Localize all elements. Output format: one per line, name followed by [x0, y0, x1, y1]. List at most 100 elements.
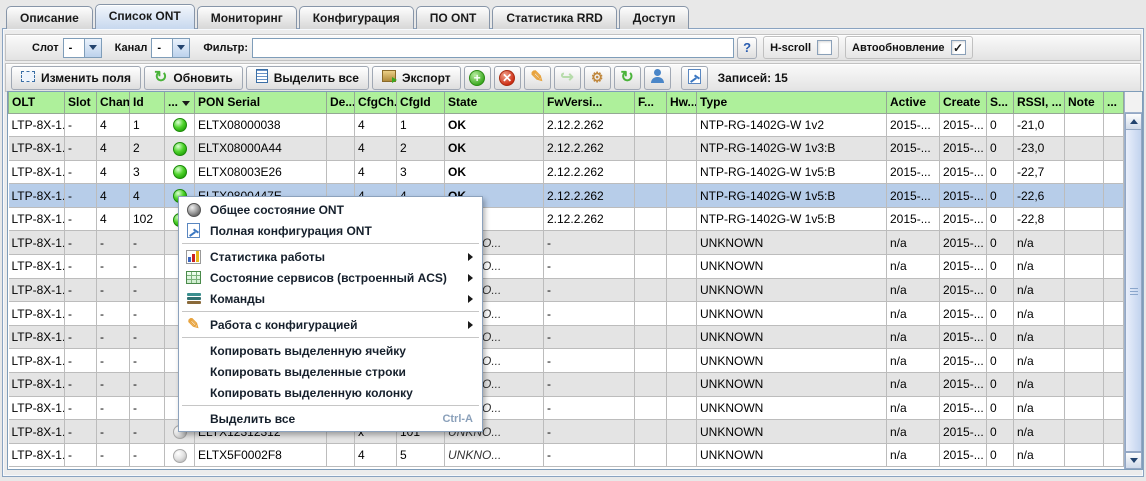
cell[interactable]: 2015-... — [940, 443, 987, 467]
cell[interactable]: 2.12.2.262 — [544, 113, 635, 137]
cell[interactable]: - — [544, 420, 635, 444]
column-header-1[interactable]: OLT — [9, 92, 65, 113]
cell[interactable]: - — [544, 396, 635, 420]
cell[interactable] — [1065, 373, 1104, 397]
cell[interactable]: 0 — [987, 373, 1014, 397]
cell[interactable] — [1065, 302, 1104, 326]
refresh-table-button[interactable]: ↻ — [614, 66, 641, 90]
cell[interactable]: n/a — [1014, 278, 1065, 302]
cell[interactable] — [667, 325, 697, 349]
cell[interactable]: - — [97, 373, 130, 397]
cell[interactable] — [1104, 207, 1124, 231]
cell[interactable]: NTP-RG-1402G-W 1v5:B — [697, 184, 887, 208]
cell[interactable] — [1104, 231, 1124, 255]
cell[interactable]: 0 — [987, 255, 1014, 279]
cell[interactable]: -22,6 — [1014, 184, 1065, 208]
table-row[interactable]: LTP-8X-1...---UNKNO...-UNKNOWNn/a2015-..… — [9, 231, 1124, 255]
menu-item-6[interactable]: Команды — [180, 288, 481, 309]
cell[interactable]: - — [544, 231, 635, 255]
vertical-scrollbar[interactable] — [1124, 92, 1142, 469]
table-row[interactable]: LTP-8X-1...---UNKNO...-UNKNOWNn/a2015-..… — [9, 325, 1124, 349]
cell[interactable]: UNKNOWN — [697, 443, 887, 467]
table-row[interactable]: LTP-8X-1...-42ELTX08000A4442OK2.12.2.262… — [9, 137, 1124, 161]
cell[interactable] — [1104, 160, 1124, 184]
cell[interactable]: 0 — [987, 420, 1014, 444]
cell[interactable]: 0 — [987, 184, 1014, 208]
cell[interactable] — [635, 302, 667, 326]
cell[interactable] — [667, 443, 697, 467]
tab-3[interactable]: Мониторинг — [197, 6, 297, 29]
cell[interactable]: - — [65, 207, 97, 231]
table-row[interactable]: LTP-8X-1...---UNKNO...-UNKNOWNn/a2015-..… — [9, 278, 1124, 302]
cell[interactable]: - — [544, 349, 635, 373]
cell[interactable]: -23,0 — [1014, 137, 1065, 161]
column-header-7[interactable]: De... — [327, 92, 355, 113]
cell[interactable] — [667, 184, 697, 208]
menu-item-2[interactable]: Полная конфигурация ONT — [180, 220, 481, 241]
cell[interactable]: - — [130, 325, 165, 349]
cell[interactable] — [635, 278, 667, 302]
cell[interactable]: 2015-... — [940, 113, 987, 137]
cell[interactable]: LTP-8X-1... — [9, 349, 65, 373]
cell[interactable]: 2.12.2.262 — [544, 184, 635, 208]
cell[interactable]: - — [65, 184, 97, 208]
cell[interactable]: 2015-... — [940, 302, 987, 326]
cell[interactable]: 2015-... — [887, 207, 940, 231]
tab-2[interactable]: Список ONT — [95, 4, 195, 29]
cell[interactable]: 2015-... — [940, 137, 987, 161]
menu-item-4[interactable]: Статистика работы — [180, 246, 481, 267]
cell[interactable] — [1104, 420, 1124, 444]
cell[interactable]: ELTX08003E26 — [195, 160, 327, 184]
cell[interactable]: - — [130, 302, 165, 326]
cell[interactable]: 2015-... — [887, 160, 940, 184]
cell[interactable]: 0 — [987, 231, 1014, 255]
cell[interactable] — [1104, 325, 1124, 349]
cell[interactable]: - — [130, 231, 165, 255]
help-button[interactable]: ? — [737, 37, 757, 59]
cell[interactable]: ELTX08000A44 — [195, 137, 327, 161]
cell[interactable]: n/a — [1014, 443, 1065, 467]
cell[interactable]: 5 — [397, 443, 445, 467]
table-row[interactable]: LTP-8X-1...---UNKNO...-UNKNOWNn/a2015-..… — [9, 302, 1124, 326]
cell[interactable]: 4 — [130, 184, 165, 208]
cell[interactable] — [1065, 207, 1104, 231]
cell[interactable]: - — [65, 349, 97, 373]
cell[interactable] — [1104, 373, 1124, 397]
cell[interactable] — [1065, 349, 1104, 373]
menu-item-10[interactable]: Копировать выделенную ячейку — [180, 340, 481, 361]
table-row[interactable]: LTP-8X-1...-41ELTX0800003841OK2.12.2.262… — [9, 113, 1124, 137]
cell[interactable]: -21,0 — [1014, 113, 1065, 137]
cell[interactable]: 1 — [397, 113, 445, 137]
table-row[interactable]: LTP-8X-1...-4102OK2.12.2.262NTP-RG-1402G… — [9, 207, 1124, 231]
column-header-5[interactable]: ... — [165, 92, 195, 113]
cell[interactable]: LTP-8X-1... — [9, 302, 65, 326]
menu-item-14[interactable]: Выделить всеCtrl-A — [180, 408, 481, 429]
cell[interactable] — [1065, 396, 1104, 420]
cell[interactable] — [1104, 278, 1124, 302]
cell[interactable]: 0 — [987, 160, 1014, 184]
menu-item-1[interactable]: Общее состояние ONT — [180, 199, 481, 220]
cell[interactable] — [635, 113, 667, 137]
cell[interactable] — [1104, 184, 1124, 208]
cell[interactable]: n/a — [887, 255, 940, 279]
cell[interactable] — [1065, 231, 1104, 255]
cell[interactable]: 4 — [97, 184, 130, 208]
cell[interactable]: 4 — [97, 137, 130, 161]
table-row[interactable]: LTP-8X-1...---UNKNO...-UNKNOWNn/a2015-..… — [9, 255, 1124, 279]
cell[interactable] — [1104, 255, 1124, 279]
cell[interactable]: 2015-... — [887, 137, 940, 161]
cell[interactable]: - — [130, 255, 165, 279]
cell[interactable]: - — [544, 255, 635, 279]
cell[interactable] — [1104, 396, 1124, 420]
table-row[interactable]: LTP-8X-1...---UNKNO...-UNKNOWNn/a2015-..… — [9, 349, 1124, 373]
cell[interactable] — [635, 396, 667, 420]
cell[interactable]: n/a — [1014, 396, 1065, 420]
cell[interactable]: UNKNOWN — [697, 302, 887, 326]
cell[interactable]: 102 — [130, 207, 165, 231]
cell[interactable]: 2015-... — [940, 396, 987, 420]
cell[interactable]: - — [65, 137, 97, 161]
channel-combo[interactable]: - — [151, 38, 190, 58]
cell[interactable] — [1065, 420, 1104, 444]
cell[interactable]: 3 — [130, 160, 165, 184]
cell[interactable]: LTP-8X-1... — [9, 325, 65, 349]
